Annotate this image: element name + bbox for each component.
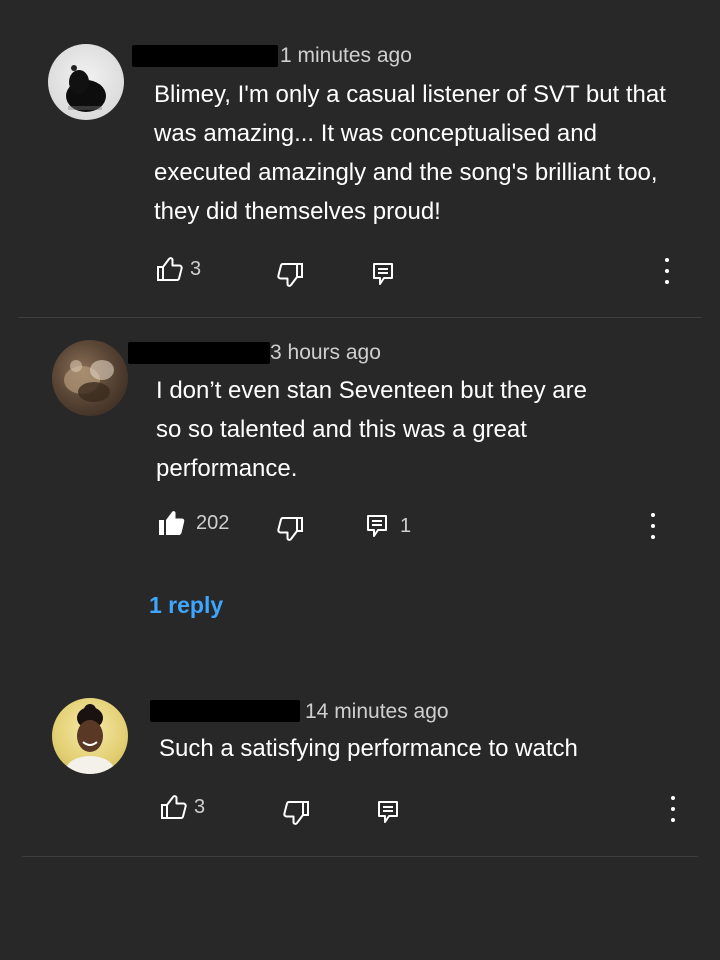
comment-time: 14 minutes ago xyxy=(305,700,449,723)
reply-icon xyxy=(366,514,388,538)
dislike-button[interactable] xyxy=(282,800,310,826)
dislike-button[interactable] xyxy=(276,516,304,542)
reply-button[interactable] xyxy=(372,262,394,286)
username-redacted xyxy=(150,700,300,722)
more-vert-icon[interactable] xyxy=(664,258,670,284)
like-button[interactable]: 3 xyxy=(160,794,205,820)
thumbs-up-icon xyxy=(156,256,184,282)
comment-text: I don’t even stan Seventeen but they are… xyxy=(156,377,587,482)
reply-icon xyxy=(372,262,394,286)
reply-count: 1 xyxy=(400,514,412,537)
like-count: 202 xyxy=(196,511,230,534)
view-replies-link[interactable]: 1 reply xyxy=(149,592,223,619)
avatar[interactable] xyxy=(52,698,128,774)
dislike-button[interactable] xyxy=(276,262,304,288)
like-count: 3 xyxy=(190,257,202,280)
comment-3: 14 minutes ago Such a satisfying perform… xyxy=(0,680,720,858)
username-redacted xyxy=(132,45,278,67)
comment-text: Such a satisfying performance to watch xyxy=(159,735,578,762)
comment-2: 3 hours ago I don’t even stan Seventeen … xyxy=(0,318,720,658)
comment-text: Blimey, I'm only a casual listener of SV… xyxy=(154,81,666,225)
comment-1: 1 minutes ago Blimey, I'm only a casual … xyxy=(0,0,720,318)
like-button[interactable]: 3 xyxy=(156,256,201,282)
thumbs-down-icon xyxy=(276,516,304,542)
reply-button[interactable] xyxy=(377,800,399,824)
like-count: 3 xyxy=(194,795,206,818)
avatar[interactable] xyxy=(48,44,124,120)
thumbs-down-icon xyxy=(282,800,310,826)
more-vert-icon[interactable] xyxy=(650,513,656,539)
more-vert-icon[interactable] xyxy=(670,796,676,822)
username-redacted xyxy=(128,342,270,364)
thumbs-down-icon xyxy=(276,262,304,288)
thumbs-up-filled-icon xyxy=(158,510,186,536)
reply-icon xyxy=(377,800,399,824)
comment-time: 3 hours ago xyxy=(270,341,381,364)
divider xyxy=(22,856,698,857)
like-button[interactable]: 202 xyxy=(158,510,229,536)
reply-button[interactable]: 1 xyxy=(366,514,411,538)
avatar[interactable] xyxy=(52,340,128,416)
thumbs-up-icon xyxy=(160,794,188,820)
comment-time: 1 minutes ago xyxy=(280,44,412,67)
